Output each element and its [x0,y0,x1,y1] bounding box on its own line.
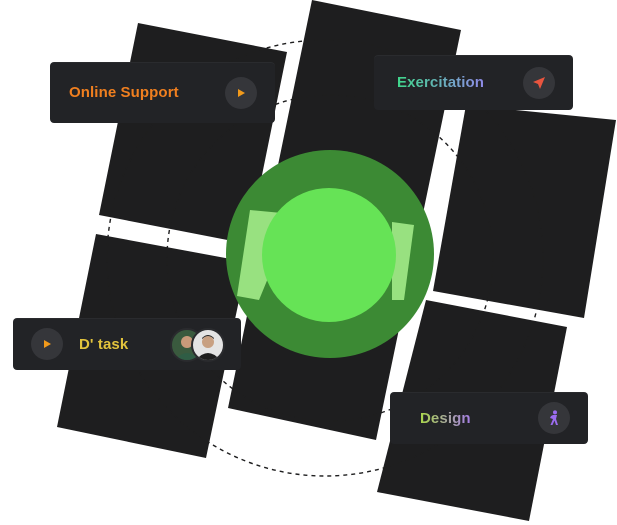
navigation-arrow-icon[interactable] [523,67,555,99]
panel-right [433,105,616,318]
card-exercitation-label: Exercitation [397,74,485,91]
play-icon[interactable] [225,77,257,109]
card-d-task[interactable]: D' task [13,318,241,370]
card-design-label: Design [420,409,471,427]
card-online-support[interactable]: Online Support [50,62,275,123]
focus-circle-bright [262,188,396,322]
card-design[interactable]: Design [390,392,588,444]
avatar-2 [191,328,225,362]
card-online-support-label: Online Support [69,84,179,101]
card-exercitation[interactable]: Exercitation [374,55,573,110]
person-icon[interactable] [538,402,570,434]
play-icon[interactable] [31,328,63,360]
card-d-task-label: D' task [79,335,129,353]
hero-illustration: Online Support Exercitation D' task Desi… [0,0,617,525]
